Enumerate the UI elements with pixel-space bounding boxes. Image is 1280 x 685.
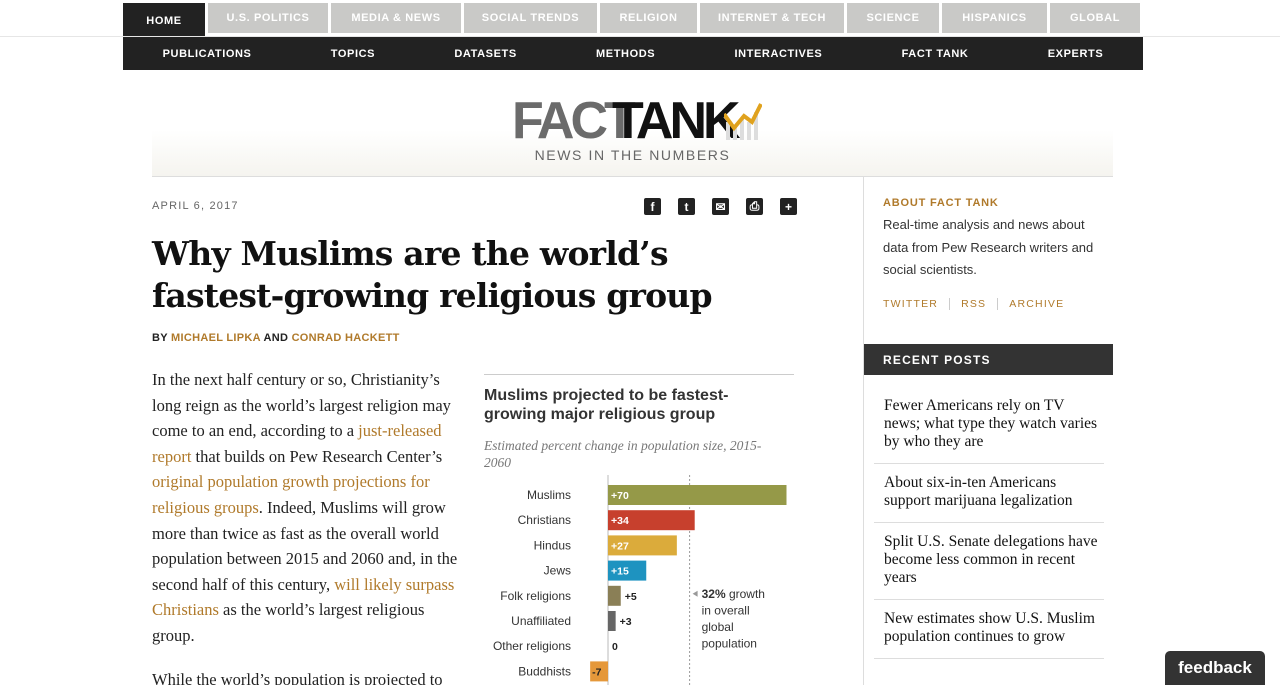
value-label: +5 xyxy=(625,591,637,603)
subnav-interactives[interactable]: INTERACTIVES xyxy=(734,48,822,60)
subnav-publications[interactable]: PUBLICATIONS xyxy=(163,48,252,60)
logo-tank: TANK xyxy=(612,92,741,150)
share-bar: f t ✉ ⎙ + xyxy=(644,198,797,215)
recent-posts-heading: RECENT POSTS xyxy=(864,344,1113,375)
category-label: Jews xyxy=(544,564,571,578)
facebook-icon[interactable]: f xyxy=(644,198,661,215)
reference-arrow xyxy=(692,590,698,597)
value-label: +34 xyxy=(611,515,629,527)
sidebar-divider xyxy=(863,177,864,685)
twitter-icon[interactable]: t xyxy=(678,198,695,215)
byline-by: BY xyxy=(152,332,168,344)
article-date: APRIL 6, 2017 xyxy=(152,200,239,212)
chart-subtitle: Estimated percent change in population s… xyxy=(484,438,762,470)
recent-post-link[interactable]: Fewer Americans rely on TV news; what ty… xyxy=(874,387,1104,464)
value-label: +15 xyxy=(611,566,629,578)
subnav-experts[interactable]: EXPERTS xyxy=(1048,48,1104,60)
value-label: 0 xyxy=(612,641,618,653)
recent-post-link[interactable]: About six-in-ten Americans support marij… xyxy=(874,464,1104,523)
chart-title: Muslims projected to be fastest-growing … xyxy=(484,387,729,423)
rss-link[interactable]: RSS xyxy=(949,298,997,310)
chart-plot: Muslims +70 Christians +34 Hindus +27 Jews +15 F… xyxy=(493,475,787,685)
feedback-button[interactable]: feedback xyxy=(1165,651,1265,685)
nav-tab-global[interactable]: GLOBAL xyxy=(1050,3,1140,33)
logo-chart-icon xyxy=(724,103,762,140)
byline: BY MICHAEL LIPKA AND CONRAD HACKETT xyxy=(152,332,400,344)
value-label: -7 xyxy=(592,666,601,678)
reference-annotation: 32% growth in overall global population xyxy=(702,587,765,651)
category-label: Muslims xyxy=(527,488,571,502)
nav-tab-hispanics[interactable]: HISPANICS xyxy=(942,3,1047,33)
value-label: +70 xyxy=(611,490,629,502)
archive-link[interactable]: ARCHIVE xyxy=(997,298,1075,310)
subnav-datasets[interactable]: DATASETS xyxy=(454,48,516,60)
category-label: Other religions xyxy=(493,639,571,653)
primary-nav: HOME U.S. POLITICS MEDIA & NEWS SOCIAL T… xyxy=(123,3,1143,38)
nav-tab-home[interactable]: HOME xyxy=(123,3,205,38)
masthead: FACT TANK NEWS IN THE NUMBERS xyxy=(152,92,1113,177)
p1-text-b: that builds on Pew Research Center’s xyxy=(191,446,443,466)
bar xyxy=(608,611,616,631)
category-label: Unaffiliated xyxy=(511,614,571,628)
nav-tab-religion[interactable]: RELIGION xyxy=(600,3,697,33)
subnav-fact-tank[interactable]: FACT TANK xyxy=(902,48,969,60)
recent-posts-list: Fewer Americans rely on TV news; what ty… xyxy=(874,387,1104,659)
category-label: Hindus xyxy=(534,538,571,552)
print-icon[interactable]: ⎙ xyxy=(746,198,763,215)
article-paragraph-1: In the next half century or so, Christia… xyxy=(152,367,470,649)
author-link-1[interactable]: MICHAEL LIPKA xyxy=(171,332,260,344)
nav-tab-science[interactable]: SCIENCE xyxy=(847,3,939,33)
email-icon[interactable]: ✉ xyxy=(712,198,729,215)
nav-tab-social-trends[interactable]: SOCIAL TRENDS xyxy=(464,3,597,33)
author-link-2[interactable]: CONRAD HACKETT xyxy=(292,332,400,344)
subnav-topics[interactable]: TOPICS xyxy=(331,48,375,60)
about-heading: ABOUT FACT TANK xyxy=(883,197,999,209)
recent-post-link[interactable]: New estimates show U.S. Muslim populatio… xyxy=(874,600,1104,659)
article-paragraph-2: While the world’s population is projecte… xyxy=(152,670,443,685)
category-label: Buddhists xyxy=(518,664,571,678)
value-label: +3 xyxy=(620,616,632,628)
nav-tab-internet-tech[interactable]: INTERNET & TECH xyxy=(700,3,844,33)
nav-tab-media-news[interactable]: MEDIA & NEWS xyxy=(331,3,461,33)
nav-tab-us-politics[interactable]: U.S. POLITICS xyxy=(208,3,328,33)
bar xyxy=(608,485,787,505)
about-text: Real-time analysis and news about data f… xyxy=(883,217,1094,277)
category-label: Folk religions xyxy=(500,589,571,603)
byline-and: AND xyxy=(263,332,289,344)
value-label: +27 xyxy=(611,540,629,552)
tagline: NEWS IN THE NUMBERS xyxy=(534,147,731,163)
plus-icon[interactable]: + xyxy=(780,198,797,215)
article-title: Why Muslims are the world’s fastest-grow… xyxy=(152,234,713,315)
fact-tank-logo[interactable]: FACT TANK xyxy=(512,94,762,148)
recent-post-link[interactable]: Split U.S. Senate delegations have becom… xyxy=(874,523,1104,600)
about-links: TWITTER RSS ARCHIVE xyxy=(883,298,1075,310)
category-label: Christians xyxy=(518,513,571,527)
bar xyxy=(608,585,621,606)
growth-chart: Muslims projected to be fastest-growing … xyxy=(484,374,794,685)
twitter-link[interactable]: TWITTER xyxy=(883,298,949,310)
subnav-methods[interactable]: METHODS xyxy=(596,48,655,60)
secondary-nav: PUBLICATIONS TOPICS DATASETS METHODS INT… xyxy=(123,37,1143,70)
